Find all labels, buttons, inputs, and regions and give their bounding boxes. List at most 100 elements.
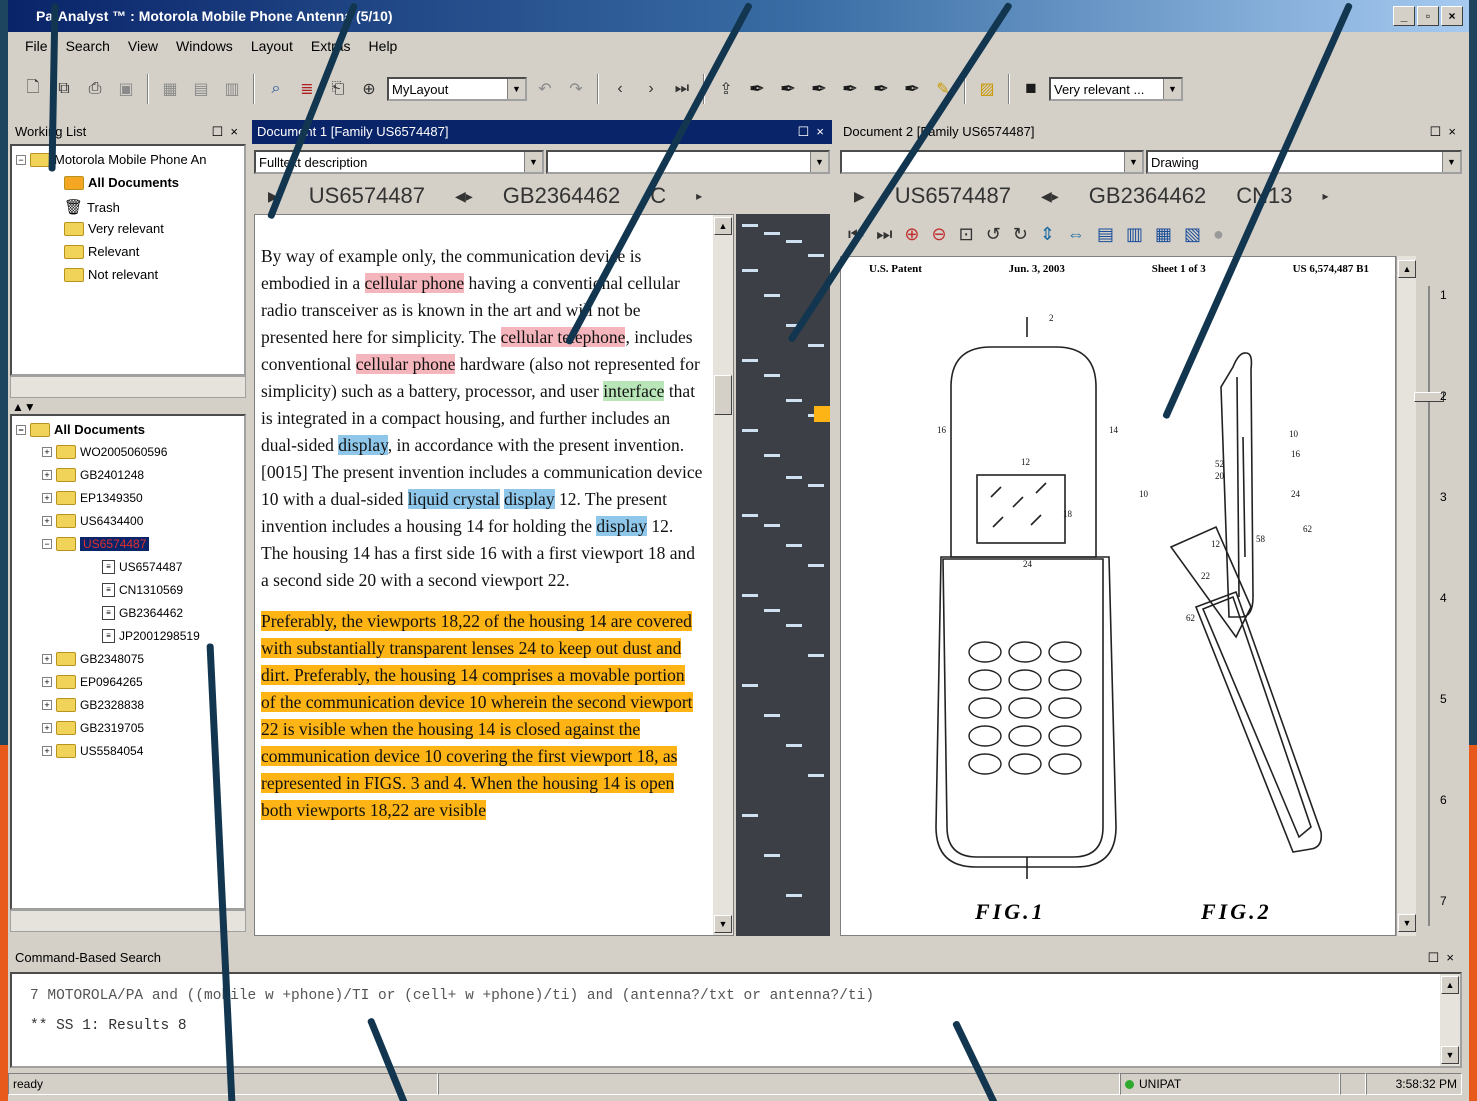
menu-help[interactable]: Help <box>360 32 407 60</box>
tree-document[interactable]: ≡ JP2001298519 <box>102 629 200 643</box>
chevron-down-icon[interactable]: ▼ <box>1442 152 1460 172</box>
scroll-up-icon[interactable]: ▲ <box>714 217 732 235</box>
collapse-icon[interactable]: − <box>16 154 26 165</box>
swap-icon[interactable]: ◀▸ <box>455 188 473 205</box>
menu-search[interactable]: Search <box>57 32 119 60</box>
expand-icon[interactable]: + <box>42 677 52 687</box>
relevance-select[interactable]: Very relevant ... ▼ <box>1049 77 1183 101</box>
collapse-icon[interactable]: − <box>42 539 52 549</box>
tree-family[interactable]: + US6434400 <box>42 514 143 528</box>
fit-page-icon[interactable]: ⊡ <box>959 224 974 245</box>
panel-controls[interactable]: ☐ × <box>1428 946 1454 970</box>
next-icon[interactable]: › <box>638 74 664 104</box>
drawing-vscroll[interactable]: ▲ ▼ <box>1396 256 1416 936</box>
note-icon[interactable]: ▨ <box>974 74 1000 104</box>
tree-family[interactable]: + GB2348075 <box>42 652 144 666</box>
tree-family[interactable]: + EP1349350 <box>42 491 143 505</box>
chevron-down-icon[interactable]: ▼ <box>507 79 525 99</box>
restore-button[interactable]: ▫ <box>1417 6 1439 26</box>
chevron-down-icon[interactable]: ▼ <box>810 152 828 172</box>
undo-icon[interactable]: ↶ <box>532 74 558 104</box>
tree-family[interactable]: + EP0964265 <box>42 675 143 689</box>
last-page-icon[interactable]: ⏭ <box>876 224 892 245</box>
marker-icon[interactable]: ✒ <box>775 74 801 104</box>
save-icon[interactable]: ▣ <box>113 74 139 104</box>
scroll-down-icon[interactable]: ▼ <box>1441 1046 1459 1064</box>
delete-icon[interactable]: ▦ <box>157 74 183 104</box>
tree-document[interactable]: ≡ CN1310569 <box>102 583 183 597</box>
documents-tree-hscroll[interactable] <box>10 910 246 932</box>
archive-icon[interactable]: ▥ <box>219 74 245 104</box>
expand-icon[interactable]: + <box>42 700 52 710</box>
document2-view-select[interactable]: Drawing ▼ <box>1146 150 1462 174</box>
tree-document[interactable]: ≡ US6574487 <box>102 560 182 574</box>
expand-icon[interactable]: + <box>42 746 52 756</box>
splitter-arrows-icon[interactable]: ▲▼ <box>12 400 36 414</box>
marker-icon[interactable]: ✒ <box>806 74 832 104</box>
scroll-down-icon[interactable]: ▼ <box>714 915 732 933</box>
minimize-button[interactable]: _ <box>1393 6 1415 26</box>
folder-icon[interactable]: ■ <box>1018 74 1044 104</box>
marker-icon[interactable]: ✒ <box>899 74 925 104</box>
menu-layout[interactable]: Layout <box>242 32 302 60</box>
tree-node-not-relevant[interactable]: Not relevant <box>64 267 158 282</box>
console-vscroll[interactable]: ▲ ▼ <box>1440 974 1460 1066</box>
tree-node-very-relevant[interactable]: Very relevant <box>64 221 164 236</box>
tree-node-project[interactable]: − Motorola Mobile Phone An <box>16 152 206 167</box>
working-list-hscroll[interactable] <box>10 376 246 398</box>
tree-family[interactable]: + WO2005060596 <box>42 445 167 459</box>
redo-icon[interactable]: ↷ <box>563 74 589 104</box>
chevron-down-icon[interactable]: ▼ <box>1124 152 1142 172</box>
tab-gb2364462[interactable]: GB2364462 <box>1089 183 1206 209</box>
panel-controls[interactable]: ☐ × <box>212 120 238 144</box>
tab-us6574487[interactable]: US6574487 <box>895 183 1011 209</box>
export-icon[interactable]: ⇪ <box>713 74 739 104</box>
panel-controls[interactable]: ☐ × <box>798 120 824 144</box>
flip-horizontal-icon[interactable]: ⇔ <box>1067 224 1085 245</box>
collapse-icon[interactable]: − <box>16 424 26 435</box>
document2-secondary-select[interactable]: ▼ <box>840 150 1144 174</box>
expand-icon[interactable]: + <box>42 654 52 664</box>
close-button[interactable]: × <box>1441 6 1463 26</box>
tab-scroll-right-icon[interactable]: ▸ <box>1322 189 1328 203</box>
page-view-icon[interactable]: ▦ <box>1155 224 1172 245</box>
expand-icon[interactable]: + <box>42 516 52 526</box>
tab-us6574487[interactable]: US6574487 <box>309 183 425 209</box>
scroll-thumb[interactable] <box>714 375 732 415</box>
page-view-icon[interactable]: ▤ <box>1097 224 1114 245</box>
previous-icon[interactable]: ‹ <box>607 74 633 104</box>
tree-node-trash[interactable]: 🗑 Trash <box>64 198 120 216</box>
tab-gb2364462[interactable]: GB2364462 <box>503 183 620 209</box>
marker-icon[interactable]: ✒ <box>868 74 894 104</box>
new-document-icon[interactable]: 🗋 <box>20 74 46 104</box>
tree-node-relevant[interactable]: Relevant <box>64 244 139 259</box>
marker-icon[interactable]: ✒ <box>744 74 770 104</box>
zoom-out-icon[interactable]: ⊖ <box>932 224 947 245</box>
fulltext-vscroll[interactable]: ▲ ▼ <box>713 215 733 935</box>
panel-controls[interactable]: ☐ × <box>1430 120 1456 144</box>
page-view-icon[interactable]: ▥ <box>1126 224 1143 245</box>
chevron-down-icon[interactable]: ▼ <box>1163 79 1181 99</box>
rotate-right-icon[interactable]: ↻ <box>1013 224 1028 245</box>
tree-node-all-documents[interactable]: All Documents <box>64 175 179 190</box>
scroll-up-icon[interactable]: ▲ <box>1441 976 1459 994</box>
tab-scroll-right-icon[interactable]: ▸ <box>696 189 702 203</box>
tab-scroll-left-icon[interactable]: ▶ <box>854 188 865 205</box>
expand-icon[interactable]: + <box>42 447 52 457</box>
move-icon[interactable]: ▤ <box>188 74 214 104</box>
print-icon[interactable]: ⎙ <box>82 74 108 104</box>
marker-icon[interactable]: ✒ <box>837 74 863 104</box>
page-view-icon[interactable]: ▧ <box>1184 224 1201 245</box>
tree-node-documents-root[interactable]: − All Documents <box>16 422 145 437</box>
document1-hit-overview[interactable] <box>736 214 830 936</box>
chevron-down-icon[interactable]: ▼ <box>524 152 542 172</box>
swap-icon[interactable]: ◀▸ <box>1041 188 1059 205</box>
tree-family[interactable]: + GB2401248 <box>42 468 144 482</box>
globe-icon[interactable]: ⊕ <box>356 74 382 104</box>
menu-windows[interactable]: Windows <box>167 32 242 60</box>
scroll-down-icon[interactable]: ▼ <box>1398 914 1416 932</box>
tree-family[interactable]: − US6574487 <box>42 537 150 551</box>
tree-family[interactable]: + GB2328838 <box>42 698 144 712</box>
expand-icon[interactable]: + <box>42 470 52 480</box>
scroll-up-icon[interactable]: ▲ <box>1398 260 1416 278</box>
